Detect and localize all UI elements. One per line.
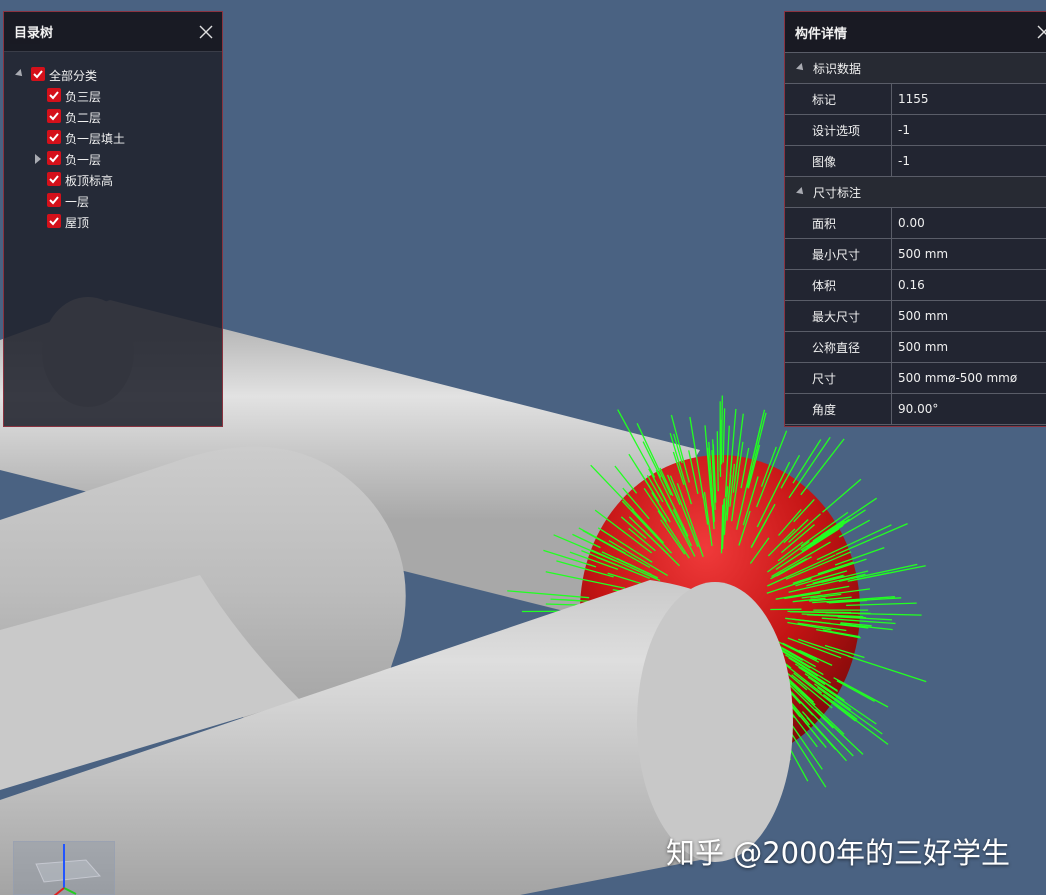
tree-item-checkbox[interactable] (47, 151, 61, 165)
tree-panel-header: 目录树 (4, 12, 222, 52)
detail-panel: 构件详情 标识数据标记 1155 设计选项 -1 图像 -1 尺寸标注面积 0.00 最小尺寸 5… (784, 11, 1046, 427)
property-key: 标记 (785, 84, 892, 114)
detail-panel-header: 构件详情 (785, 12, 1046, 53)
tree-item-checkbox[interactable] (47, 130, 61, 144)
tree-item[interactable]: 板顶标高 (4, 169, 222, 190)
expand-caret-icon[interactable] (796, 63, 806, 73)
tree-panel-close-button[interactable] (198, 24, 214, 40)
expand-caret-icon[interactable] (796, 187, 806, 197)
property-value: 500 mm (898, 340, 949, 354)
checkmark-icon (49, 112, 59, 121)
close-icon (199, 25, 213, 38)
property-section-label: 尺寸标注 (813, 185, 862, 200)
property-value: 90.00° (898, 402, 939, 416)
checkmark-icon (49, 175, 59, 184)
property-section[interactable]: 标识数据 (785, 53, 1046, 84)
property-row: 公称直径 500 mm (785, 332, 1046, 363)
tree-list: 全部分类负三层负二层负一层填土负一层板顶标高一层屋顶 (4, 52, 222, 232)
tree-item-label: 一层 (65, 195, 90, 209)
property-row: 图像 -1 (785, 146, 1046, 177)
property-key: 体积 (785, 270, 892, 300)
property-value: 1155 (898, 92, 929, 106)
tree-item-label: 板顶标高 (65, 174, 114, 188)
property-section[interactable]: 尺寸标注 (785, 177, 1046, 208)
tree-item[interactable]: 一层 (4, 190, 222, 211)
property-row: 尺寸 500 mmø-500 mmø (785, 363, 1046, 394)
tree-item-label: 屋顶 (65, 216, 90, 230)
tree-item[interactable]: 全部分类 (4, 64, 222, 85)
tree-item[interactable]: 负二层 (4, 106, 222, 127)
expand-caret-icon[interactable] (15, 69, 25, 79)
watermark: 知乎 @2000年的三好学生 (666, 836, 1011, 870)
property-row: 设计选项 -1 (785, 115, 1046, 146)
tree-item-checkbox[interactable] (47, 193, 61, 207)
tree-item-checkbox[interactable] (47, 88, 61, 102)
property-key: 面积 (785, 208, 892, 238)
property-key: 最小尺寸 (785, 239, 892, 269)
property-value: 0.00 (898, 216, 925, 230)
property-value: -1 (898, 154, 910, 168)
property-key: 图像 (785, 146, 892, 176)
close-icon (1037, 25, 1046, 39)
property-key: 设计选项 (785, 115, 892, 145)
normal-line (716, 431, 719, 492)
checkmark-icon (49, 217, 59, 226)
property-key: 角度 (785, 394, 892, 424)
property-row: 面积 0.00 (785, 208, 1046, 239)
property-table: 标识数据标记 1155 设计选项 -1 图像 -1 尺寸标注面积 0.00 最小尺寸 500 mm… (785, 53, 1046, 425)
view-cube[interactable] (13, 841, 115, 895)
tree-item-label: 负二层 (65, 111, 102, 125)
property-row: 角度 90.00° (785, 394, 1046, 425)
pipe-front-end (637, 582, 793, 862)
collapse-caret-icon[interactable] (35, 154, 41, 164)
property-key: 公称直径 (785, 332, 892, 362)
tree-item-checkbox[interactable] (47, 214, 61, 228)
tree-item-checkbox[interactable] (31, 67, 45, 81)
property-value: 500 mmø-500 mmø (898, 371, 1018, 385)
property-row: 标记 1155 (785, 84, 1046, 115)
property-value: 500 mm (898, 247, 949, 261)
tree-item[interactable]: 负一层填土 (4, 127, 222, 148)
tree-item[interactable]: 屋顶 (4, 211, 222, 232)
checkmark-icon (33, 70, 43, 79)
property-value: 0.16 (898, 278, 925, 292)
tree-item[interactable]: 负一层 (4, 148, 222, 169)
tree-item-label: 负一层填土 (65, 132, 126, 146)
detail-panel-close-button[interactable] (1036, 24, 1046, 40)
property-value: 500 mm (898, 309, 949, 323)
checkmark-icon (49, 154, 59, 163)
tree-item-checkbox[interactable] (47, 172, 61, 186)
property-section-label: 标识数据 (813, 61, 862, 76)
property-key: 尺寸 (785, 363, 892, 393)
property-row: 最大尺寸 500 mm (785, 301, 1046, 332)
property-row: 体积 0.16 (785, 270, 1046, 301)
tree-item-label: 负三层 (65, 90, 102, 104)
tree-item-label: 全部分类 (49, 69, 98, 83)
checkmark-icon (49, 91, 59, 100)
property-row: 最小尺寸 500 mm (785, 239, 1046, 270)
detail-panel-title: 构件详情 (795, 26, 848, 42)
axis-gizmo-icon (35, 844, 102, 895)
checkmark-icon (49, 196, 59, 205)
tree-item-checkbox[interactable] (47, 109, 61, 123)
tree-item-label: 负一层 (65, 153, 102, 167)
property-key: 最大尺寸 (785, 301, 892, 331)
property-value: -1 (898, 123, 910, 137)
checkmark-icon (49, 133, 59, 142)
normal-line (720, 395, 723, 465)
tree-item[interactable]: 负三层 (4, 85, 222, 106)
tree-panel: 目录树 全部分类负三层负二层负一层填土负一层板顶标高一层屋顶 (3, 11, 223, 427)
tree-panel-title: 目录树 (14, 26, 54, 41)
